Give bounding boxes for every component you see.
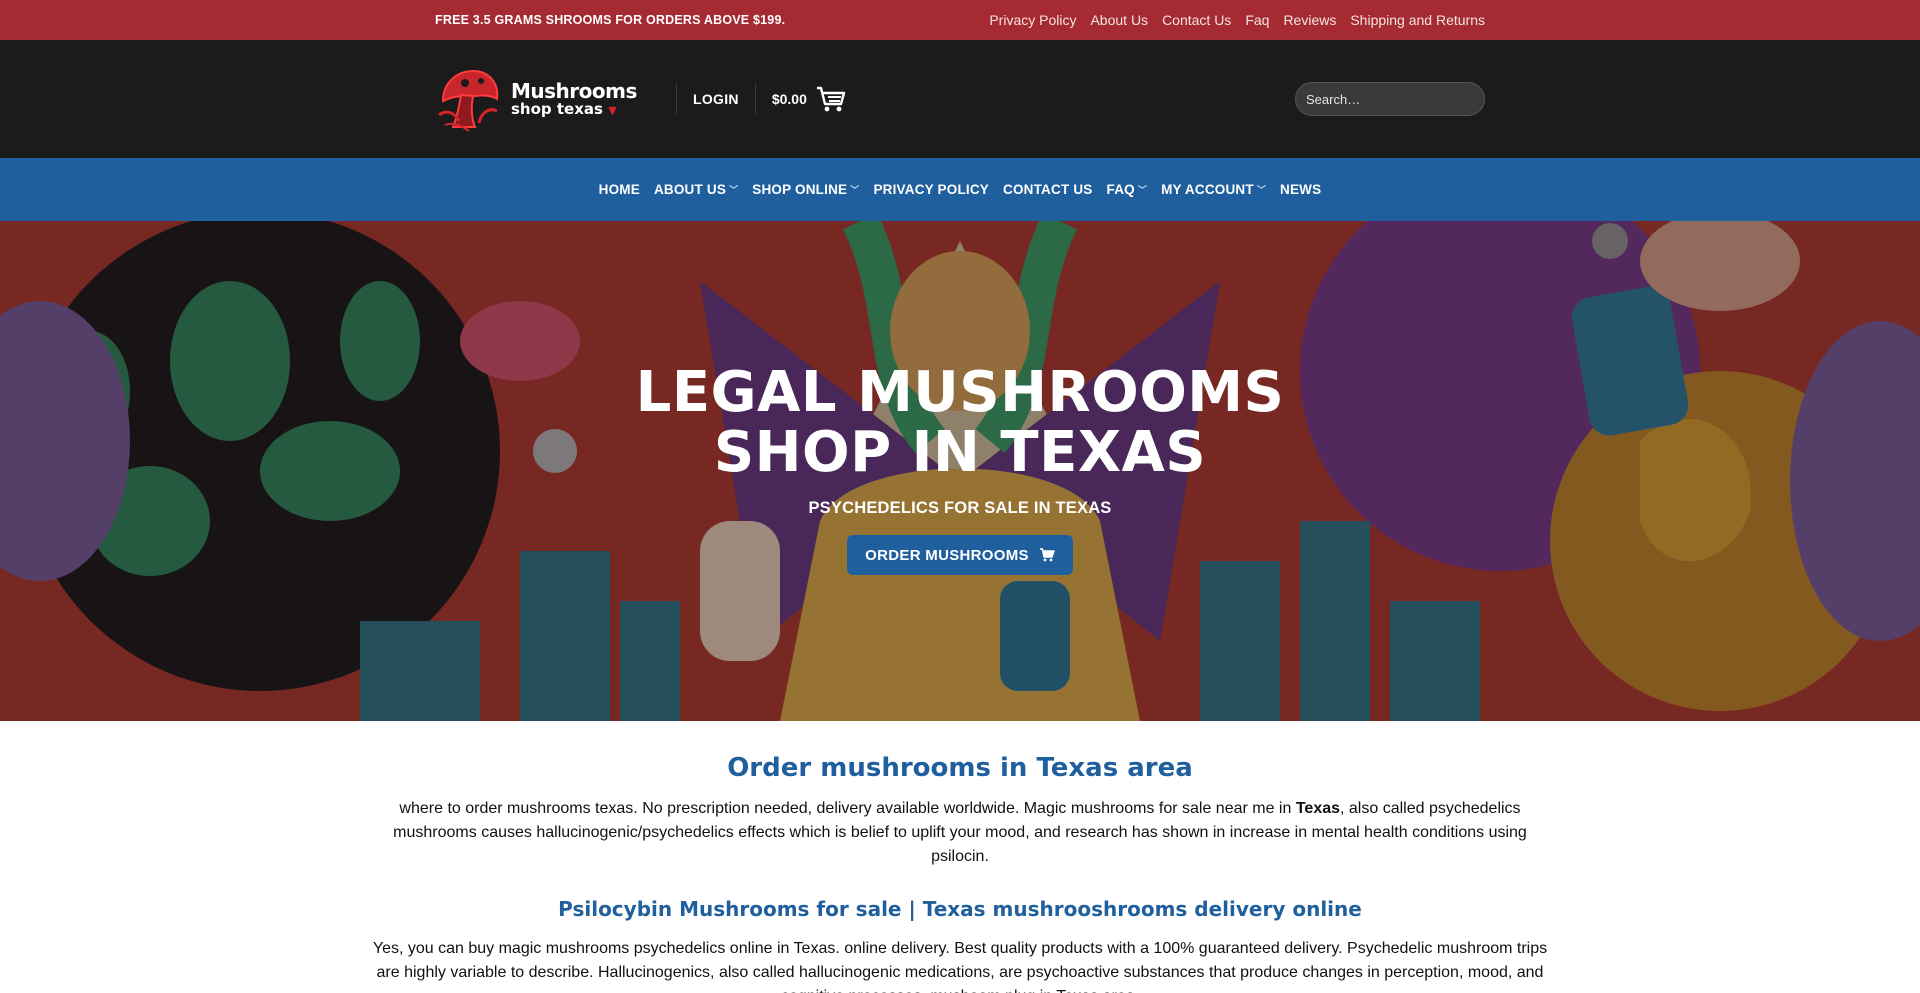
nav-news[interactable]: NEWS bbox=[1280, 182, 1321, 197]
body-paragraph: Yes, you can buy magic mushrooms psyched… bbox=[372, 940, 1548, 993]
search-input[interactable] bbox=[1306, 91, 1482, 107]
logo-title: Mushrooms bbox=[511, 79, 637, 103]
hero-title: LEGAL MUSHROOMS SHOP IN TEXAS bbox=[635, 360, 1285, 485]
hero-subtitle: PSYCHEDELICS FOR SALE IN TEXAS bbox=[808, 499, 1112, 517]
top-link-contact-us[interactable]: Contact Us bbox=[1162, 12, 1231, 28]
section-subheading: Psilocybin Mushrooms for sale | Texas mu… bbox=[558, 897, 1362, 921]
cart-button[interactable]: $0.00 bbox=[772, 85, 847, 113]
top-link-faq[interactable]: Faq bbox=[1245, 12, 1269, 28]
nav-privacy-policy[interactable]: PRIVACY POLICY bbox=[873, 182, 989, 197]
top-link-reviews[interactable]: Reviews bbox=[1283, 12, 1336, 28]
mushroom-logo-icon bbox=[438, 69, 499, 132]
nav-my-account[interactable]: MY ACCOUNT ﹀ bbox=[1161, 182, 1266, 197]
nav-about-us[interactable]: ABOUT US ﹀ bbox=[654, 182, 738, 197]
header-divider bbox=[676, 84, 677, 114]
main-nav: HOME ABOUT US ﹀ SHOP ONLINE ﹀ PRIVACY POLI… bbox=[0, 158, 1920, 221]
cart-icon bbox=[1039, 548, 1055, 562]
login-link[interactable]: LOGIN bbox=[693, 91, 739, 107]
top-links: Privacy Policy About Us Contact Us Faq R… bbox=[989, 12, 1485, 28]
triangle-icon: ▼ bbox=[608, 104, 617, 117]
nav-shop-online[interactable]: SHOP ONLINE ﹀ bbox=[752, 182, 859, 197]
hero-banner: LEGAL MUSHROOMS SHOP IN TEXAS PSYCHEDELI… bbox=[0, 221, 1920, 721]
nav-faq[interactable]: FAQ ﹀ bbox=[1107, 182, 1148, 197]
order-button-label: ORDER MUSHROOMS bbox=[865, 546, 1029, 564]
nav-home[interactable]: HOME bbox=[599, 182, 640, 197]
chevron-down-icon: ﹀ bbox=[1256, 185, 1267, 195]
main-content: Order mushrooms in Texas area where to o… bbox=[0, 753, 1920, 993]
site-logo[interactable]: Mushrooms shop texas ▼ bbox=[435, 64, 660, 134]
search-box bbox=[1295, 82, 1485, 116]
intro-paragraph: where to order mushrooms texas. No presc… bbox=[393, 800, 1527, 865]
chevron-down-icon: ﹀ bbox=[1137, 185, 1148, 195]
nav-contact-us[interactable]: CONTACT US bbox=[1003, 182, 1093, 197]
texas-bold: Texas bbox=[1295, 800, 1341, 817]
top-link-privacy-policy[interactable]: Privacy Policy bbox=[989, 12, 1076, 28]
section-heading: Order mushrooms in Texas area bbox=[727, 753, 1193, 783]
top-bar: FREE 3.5 GRAMS SHROOMS FOR ORDERS ABOVE … bbox=[0, 0, 1920, 40]
site-header: Mushrooms shop texas ▼ LOGIN $0.00 bbox=[0, 40, 1920, 158]
cart-total: $0.00 bbox=[771, 91, 807, 107]
top-link-shipping-returns[interactable]: Shipping and Returns bbox=[1350, 12, 1485, 28]
promo-banner: FREE 3.5 GRAMS SHROOMS FOR ORDERS ABOVE … bbox=[435, 13, 786, 27]
logo-subtitle: shop texas bbox=[511, 100, 603, 118]
order-mushrooms-button[interactable]: ORDER MUSHROOMS bbox=[847, 535, 1073, 575]
chevron-down-icon: ﹀ bbox=[850, 185, 860, 195]
chevron-down-icon: ﹀ bbox=[729, 185, 739, 195]
header-divider bbox=[754, 84, 756, 114]
top-link-about-us[interactable]: About Us bbox=[1090, 12, 1148, 28]
cart-icon bbox=[816, 86, 846, 112]
